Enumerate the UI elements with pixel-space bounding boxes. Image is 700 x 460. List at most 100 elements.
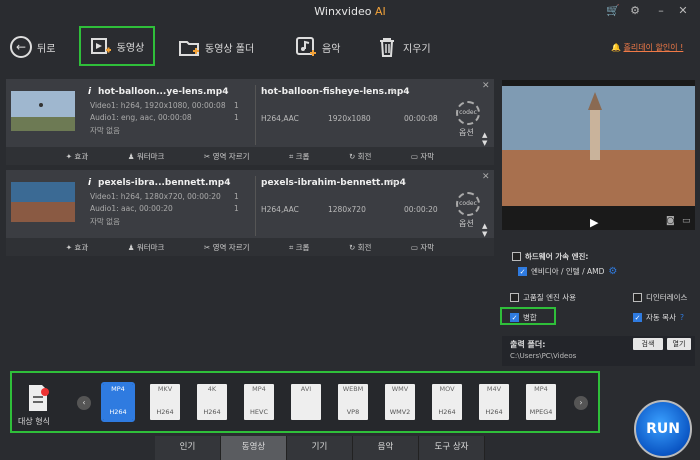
format-tile[interactable]: MP4 MPEG4	[526, 384, 556, 420]
divider	[255, 176, 256, 236]
format-tile[interactable]: WMV WMV2	[385, 384, 415, 420]
format-tile[interactable]: 4K H264	[197, 384, 227, 420]
high-quality-checkbox[interactable]	[510, 293, 519, 302]
bell-icon: 🔔	[611, 43, 621, 52]
back-button[interactable]: ← 뒤로	[10, 24, 55, 70]
output-codec: H264,AAC	[261, 114, 299, 123]
tab-popular[interactable]: 인기	[155, 436, 221, 460]
merge-option[interactable]: ✓ 병합	[510, 312, 537, 323]
add-video-folder-button[interactable]: 동영상 폴더	[178, 24, 254, 70]
trash-icon	[380, 38, 394, 57]
rotate-button[interactable]: ↻ 회전	[349, 151, 371, 162]
effect-button[interactable]: ✦ 효과	[66, 242, 88, 253]
tab-toolbox[interactable]: 도구 상자	[419, 436, 485, 460]
add-music-button[interactable]: 음악	[295, 24, 340, 70]
file-card[interactable]: i pexels-ibra...bennett.mp4 Video1: h264…	[6, 170, 494, 256]
move-down-icon[interactable]: ▼	[482, 230, 487, 238]
watermark-button[interactable]: ♟ 워터마크	[128, 242, 165, 253]
auto-copy-checkbox[interactable]: ✓	[633, 313, 642, 322]
add-video-button[interactable]: 동영상	[79, 26, 155, 66]
options-label[interactable]: 옵션	[459, 127, 474, 138]
hw-vendor-option[interactable]: ✓ 엔비디아 / 인텔 / AMD ⚙	[518, 266, 617, 277]
edit-actions-bar: ✦ 효과 ♟ 워터마크 ✂ 영역 자르기 ⌗ 크롭 ↻ 회전 ▭ 자막	[6, 147, 494, 165]
trim-button[interactable]: ✂ 영역 자르기	[204, 242, 250, 253]
folder-add-icon	[179, 41, 199, 56]
subtitle-button[interactable]: ▭ 자막	[411, 242, 434, 253]
output-folder-label: 출력 폴더:	[510, 340, 546, 349]
move-up-icon[interactable]: ▲	[482, 131, 487, 139]
options-label[interactable]: 옵션	[459, 218, 474, 229]
output-resolution: 1280x720	[328, 205, 366, 214]
play-icon[interactable]: ▶	[590, 216, 598, 229]
tab-video[interactable]: 동영상	[221, 436, 287, 460]
back-arrow-icon: ←	[10, 36, 32, 58]
tab-device[interactable]: 기기	[287, 436, 353, 460]
format-container: MP4	[252, 385, 266, 393]
effect-button[interactable]: ✦ 효과	[66, 151, 88, 162]
merge-checkbox[interactable]: ✓	[510, 313, 519, 322]
codec-options-icon[interactable]: codec	[456, 192, 480, 216]
crop-button[interactable]: ⌗ 크롭	[289, 242, 309, 253]
divider	[255, 85, 256, 145]
auto-copy-option[interactable]: ✓ 자동 복사?	[633, 312, 684, 323]
output-codec: H264,AAC	[261, 205, 299, 214]
codec-options-icon[interactable]: codec	[456, 101, 480, 125]
deinterlace-option[interactable]: 디인터레이스	[633, 292, 687, 303]
run-button[interactable]: RUN	[634, 400, 692, 458]
hw-accel-checkbox[interactable]	[512, 252, 521, 261]
remove-file-icon[interactable]: ✕	[482, 172, 490, 182]
holiday-promo-link[interactable]: 🔔 홀리데이 할인이 !	[611, 42, 683, 53]
format-codec: H264	[203, 408, 221, 416]
delete-button[interactable]: 지우기	[376, 24, 431, 70]
deinterlace-checkbox[interactable]	[633, 293, 642, 302]
folder-icon[interactable]: ▭	[682, 216, 691, 226]
help-icon[interactable]: ?	[680, 313, 684, 322]
info-icon[interactable]: i	[88, 178, 91, 188]
high-quality-option[interactable]: 고품질 엔진 사용	[510, 292, 576, 303]
video-preview[interactable]	[502, 80, 695, 230]
vendor-checkbox[interactable]: ✓	[518, 267, 527, 276]
format-codec: H264	[156, 408, 174, 416]
output-path: C:\Users\PC\Videos	[510, 352, 577, 360]
next-format-icon[interactable]: ›	[574, 396, 588, 410]
gear-icon[interactable]: ⚙	[608, 266, 617, 277]
format-container: M4V	[486, 385, 502, 393]
trim-button[interactable]: ✂ 영역 자르기	[204, 151, 250, 162]
format-container: WMV	[391, 385, 409, 393]
subtitle-button[interactable]: ▭ 자막	[411, 151, 434, 162]
format-codec: MPEG4	[529, 408, 553, 416]
edit-pencil-icon[interactable]: ✎	[390, 87, 397, 96]
open-button[interactable]: 열기	[667, 338, 691, 350]
info-icon[interactable]: i	[88, 87, 91, 97]
format-codec: WMV2	[389, 408, 411, 416]
format-codec: H264	[485, 408, 503, 416]
format-tile[interactable]: MOV H264	[432, 384, 462, 420]
crop-button[interactable]: ⌗ 크롭	[289, 151, 309, 162]
edit-pencil-icon[interactable]: ✎	[390, 178, 397, 187]
format-tile[interactable]: MP4 H264	[101, 382, 135, 422]
gear-icon[interactable]: ⚙	[628, 4, 642, 18]
move-up-icon[interactable]: ▲	[482, 222, 487, 230]
hw-accel-label: 하드웨어 가속 엔진:	[512, 251, 588, 262]
tab-music[interactable]: 음악	[353, 436, 419, 460]
target-format-label: 대상 형식	[18, 417, 50, 426]
format-container: MOV	[439, 385, 455, 393]
cart-icon[interactable]: 🛒	[606, 4, 620, 18]
move-down-icon[interactable]: ▼	[482, 139, 487, 147]
format-tile[interactable]: MP4 HEVC	[244, 384, 274, 420]
camera-icon[interactable]: ◙	[666, 216, 675, 226]
format-tile[interactable]: M4V H264	[479, 384, 509, 420]
file-card[interactable]: i hot-balloon...ye-lens.mp4 Video1: h264…	[6, 79, 494, 165]
format-tile[interactable]: MKV H264	[150, 384, 180, 420]
toolbar: ← 뒤로 동영상 동영상 폴더 음악 지우기	[0, 24, 700, 72]
target-format-icon[interactable]	[26, 384, 50, 412]
prev-format-icon[interactable]: ‹	[77, 396, 91, 410]
format-tile[interactable]: WEBM VP8	[338, 384, 368, 420]
rotate-button[interactable]: ↻ 회전	[349, 242, 371, 253]
format-tile[interactable]: AVI	[291, 384, 321, 420]
watermark-button[interactable]: ♟ 워터마크	[128, 151, 165, 162]
browse-button[interactable]: 검색	[633, 338, 663, 350]
remove-file-icon[interactable]: ✕	[482, 81, 490, 91]
close-icon[interactable]: ✕	[676, 4, 690, 18]
minimize-icon[interactable]: –	[654, 4, 668, 18]
